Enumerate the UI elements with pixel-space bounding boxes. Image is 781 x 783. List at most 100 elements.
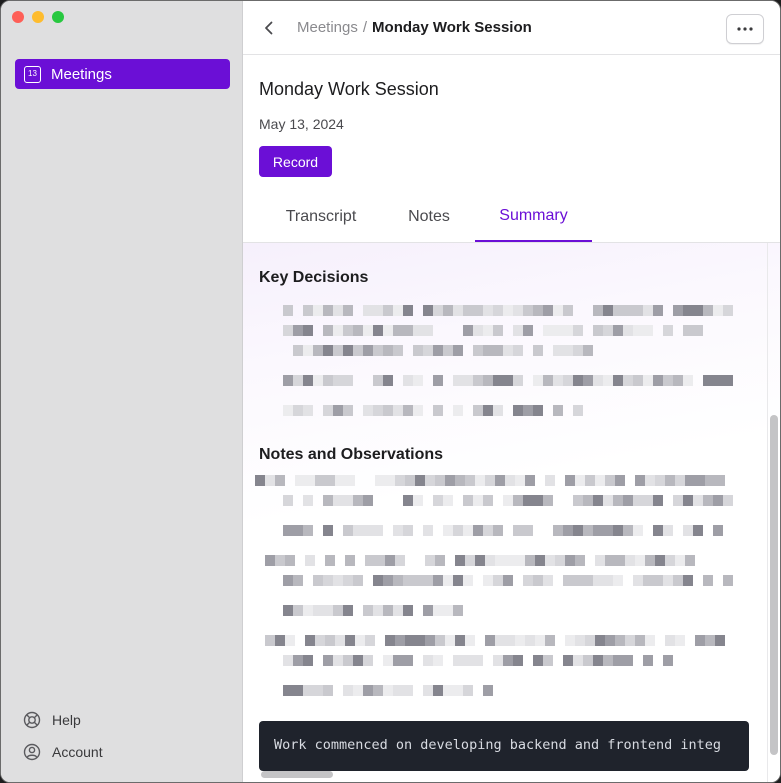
more-options-button[interactable] <box>726 14 764 44</box>
redacted-block <box>345 475 355 486</box>
redacted-block <box>583 375 593 386</box>
redacted-block <box>373 375 383 386</box>
vertical-scrollbar-thumb[interactable] <box>770 415 778 755</box>
redacted-block <box>543 345 553 356</box>
summary-content[interactable]: Key Decisions Notes and Observations Wor… <box>243 243 780 782</box>
sidebar-item-meetings[interactable]: 13 Meetings <box>15 59 230 89</box>
close-window-button[interactable] <box>12 11 24 23</box>
redacted-block <box>295 635 305 646</box>
redacted-block <box>663 495 673 506</box>
tab-notes[interactable]: Notes <box>383 192 475 242</box>
redacted-block <box>723 305 733 316</box>
redacted-block <box>313 345 323 356</box>
redacted-block <box>433 405 443 416</box>
redacted-block <box>463 575 473 586</box>
redacted-block <box>353 345 363 356</box>
chevron-left-icon[interactable] <box>261 20 277 36</box>
redacted-block <box>293 405 303 416</box>
redacted-block <box>555 475 565 486</box>
redacted-block <box>323 525 333 536</box>
redacted-block <box>495 475 505 486</box>
redacted-block <box>583 575 593 586</box>
redacted-block <box>503 325 513 336</box>
redacted-block <box>653 575 663 586</box>
redacted-block <box>373 325 383 336</box>
redacted-block <box>653 375 663 386</box>
redacted-block <box>563 575 573 586</box>
redacted-block <box>423 495 433 506</box>
record-button[interactable]: Record <box>259 146 332 177</box>
tab-summary[interactable]: Summary <box>475 192 592 242</box>
redacted-block <box>545 635 555 646</box>
account-link[interactable]: Account <box>23 736 103 768</box>
redacted-block <box>323 495 333 506</box>
redacted-block <box>543 495 553 506</box>
help-link[interactable]: Help <box>23 704 103 736</box>
zoom-window-button[interactable] <box>52 11 64 23</box>
redacted-text-line <box>283 325 703 336</box>
redacted-block <box>503 305 513 316</box>
redacted-block <box>533 575 543 586</box>
redacted-block <box>615 475 625 486</box>
redacted-block <box>473 525 483 536</box>
redacted-block <box>643 575 653 586</box>
redacted-block <box>425 555 435 566</box>
redacted-block <box>593 575 603 586</box>
redacted-block <box>465 475 475 486</box>
redacted-block <box>403 375 413 386</box>
redacted-block <box>373 495 383 506</box>
redacted-block <box>333 345 343 356</box>
redacted-block <box>563 655 573 666</box>
redacted-block <box>413 685 423 696</box>
redacted-block <box>585 555 595 566</box>
redacted-block <box>505 635 515 646</box>
redacted-block <box>313 525 323 536</box>
redacted-block <box>443 405 453 416</box>
redacted-block <box>313 495 323 506</box>
redacted-block <box>653 305 663 316</box>
redacted-block <box>285 555 295 566</box>
horizontal-scrollbar-thumb[interactable] <box>261 771 333 778</box>
redacted-text-line <box>283 605 463 616</box>
redacted-block <box>353 685 363 696</box>
redacted-block <box>293 575 303 586</box>
redacted-block <box>593 305 603 316</box>
redacted-block <box>543 325 553 336</box>
redacted-block <box>373 405 383 416</box>
redacted-block <box>473 325 483 336</box>
redacted-block <box>455 555 465 566</box>
redacted-block <box>333 575 343 586</box>
redacted-block <box>655 555 665 566</box>
redacted-block <box>383 605 393 616</box>
tab-transcript[interactable]: Transcript <box>259 192 383 242</box>
redacted-block <box>625 555 635 566</box>
redacted-block <box>353 375 363 386</box>
redacted-text-line <box>293 345 593 356</box>
redacted-block <box>383 375 393 386</box>
redacted-block <box>683 305 693 316</box>
minimize-window-button[interactable] <box>32 11 44 23</box>
redacted-block <box>523 525 533 536</box>
redacted-block <box>463 305 473 316</box>
redacted-block <box>353 305 363 316</box>
redacted-block <box>525 475 535 486</box>
redacted-block <box>645 555 655 566</box>
redacted-text-line <box>255 635 725 646</box>
redacted-block <box>715 475 725 486</box>
redacted-block <box>433 605 443 616</box>
account-label: Account <box>52 744 103 760</box>
redacted-block <box>255 475 265 486</box>
redacted-block <box>325 635 335 646</box>
account-icon <box>23 743 41 761</box>
redacted-block <box>415 475 425 486</box>
redacted-block <box>373 605 383 616</box>
redacted-block <box>345 555 355 566</box>
redacted-block <box>363 325 373 336</box>
redacted-block <box>663 325 673 336</box>
redacted-block <box>623 525 633 536</box>
redacted-block <box>623 495 633 506</box>
redacted-block <box>633 495 643 506</box>
redacted-block <box>703 495 713 506</box>
redacted-block <box>313 605 323 616</box>
breadcrumb-parent[interactable]: Meetings <box>297 19 358 36</box>
